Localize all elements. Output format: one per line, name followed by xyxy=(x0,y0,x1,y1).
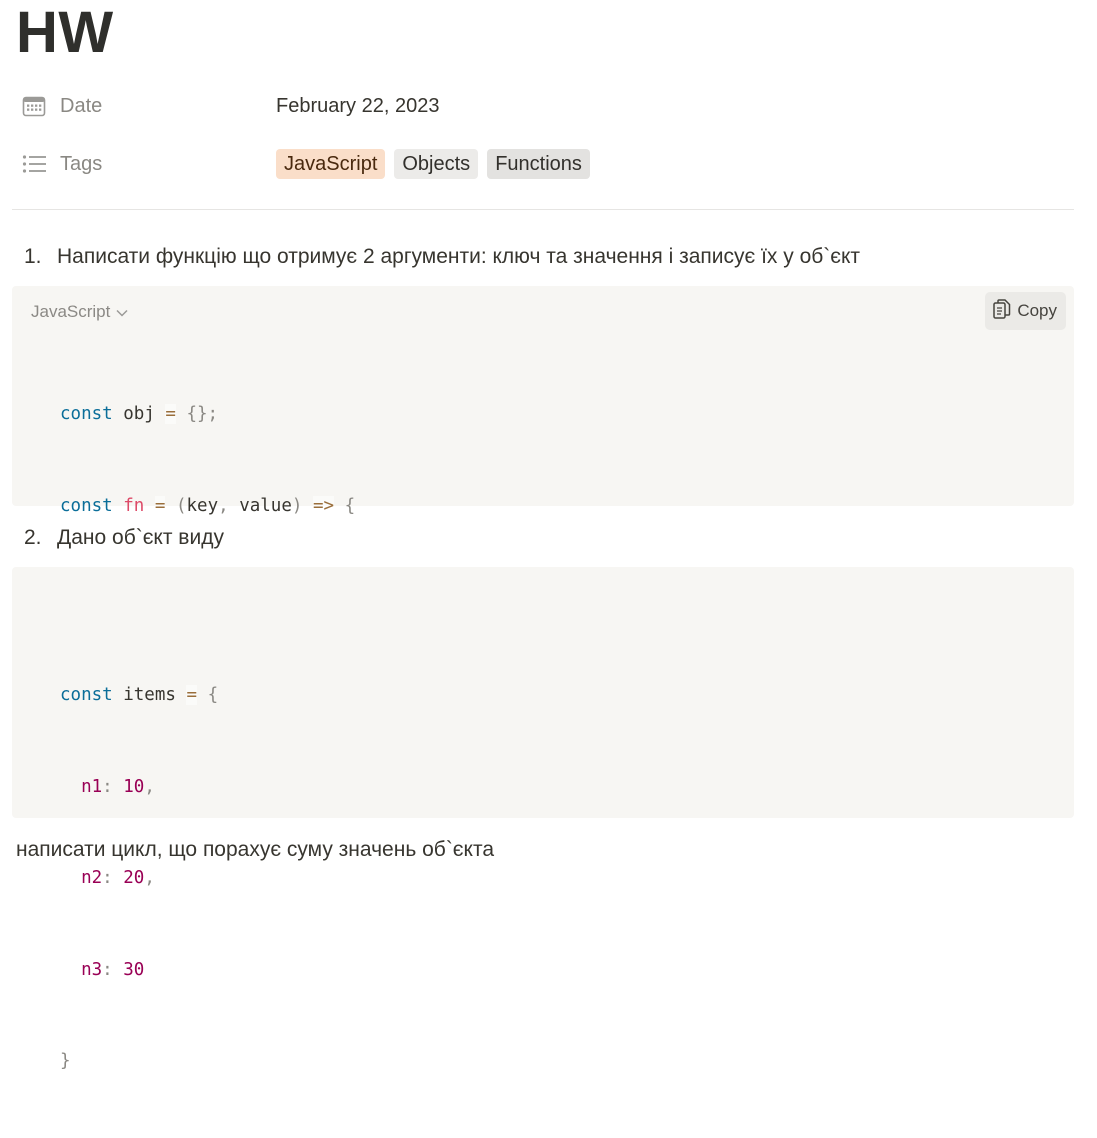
code-language-selector[interactable]: JavaScript xyxy=(31,302,128,322)
tag-objects[interactable]: Objects xyxy=(394,149,479,179)
copy-icon xyxy=(993,298,1011,324)
code-line-5: } xyxy=(60,1051,71,1071)
tag-functions[interactable]: Functions xyxy=(487,149,590,179)
code-line-4: n3: 30 xyxy=(81,959,145,980)
code-line-1: const obj = {}; xyxy=(60,404,219,424)
list-item-2: 2. Дано об`єкт виду xyxy=(24,526,224,550)
code-content-2: const items = { n1: 10, n2: 20, n3: 30 } xyxy=(60,619,218,1138)
tags-list[interactable]: JavaScript Objects Functions xyxy=(276,149,590,179)
list-item-text: Написати функцію що отримує 2 аргументи:… xyxy=(57,245,861,268)
chevron-down-icon xyxy=(116,302,128,322)
list-icon xyxy=(22,152,46,176)
code-block-1[interactable]: JavaScript Copy const obj = {}; const fn… xyxy=(12,286,1074,699)
copy-label: Copy xyxy=(1017,301,1057,320)
list-item-text: Дано об`єкт виду xyxy=(57,526,224,549)
tag-javascript[interactable]: JavaScript xyxy=(276,149,386,179)
list-number: 2. xyxy=(24,526,42,549)
code-line-1: const items = { xyxy=(60,685,219,705)
list-number: 1. xyxy=(24,245,42,268)
copy-button[interactable]: Copy xyxy=(985,292,1066,330)
property-date: Date February 22, 2023 xyxy=(22,89,439,123)
code-line-2: n1: 10, xyxy=(81,776,155,797)
list-item-1: 1. Написати функцію що отримує 2 аргумен… xyxy=(24,245,860,269)
property-value-date[interactable]: February 22, 2023 xyxy=(276,95,439,118)
code-language-label: JavaScript xyxy=(31,302,111,321)
property-label-tags: Tags xyxy=(60,152,103,175)
calendar-icon xyxy=(22,94,46,118)
code-block-2[interactable]: const items = { n1: 10, n2: 20, n3: 30 } xyxy=(12,567,1074,1071)
property-tags: Tags JavaScript Objects Functions xyxy=(22,147,590,181)
paragraph-text: написати цикл, що порахує суму значень о… xyxy=(16,838,495,861)
page-title: HW xyxy=(16,0,114,65)
property-label-date: Date xyxy=(60,94,103,117)
code-line-2: const fn = (key, value) => { xyxy=(60,495,356,516)
properties-divider xyxy=(12,209,1074,210)
code-line-3: n2: 20, xyxy=(81,868,155,888)
